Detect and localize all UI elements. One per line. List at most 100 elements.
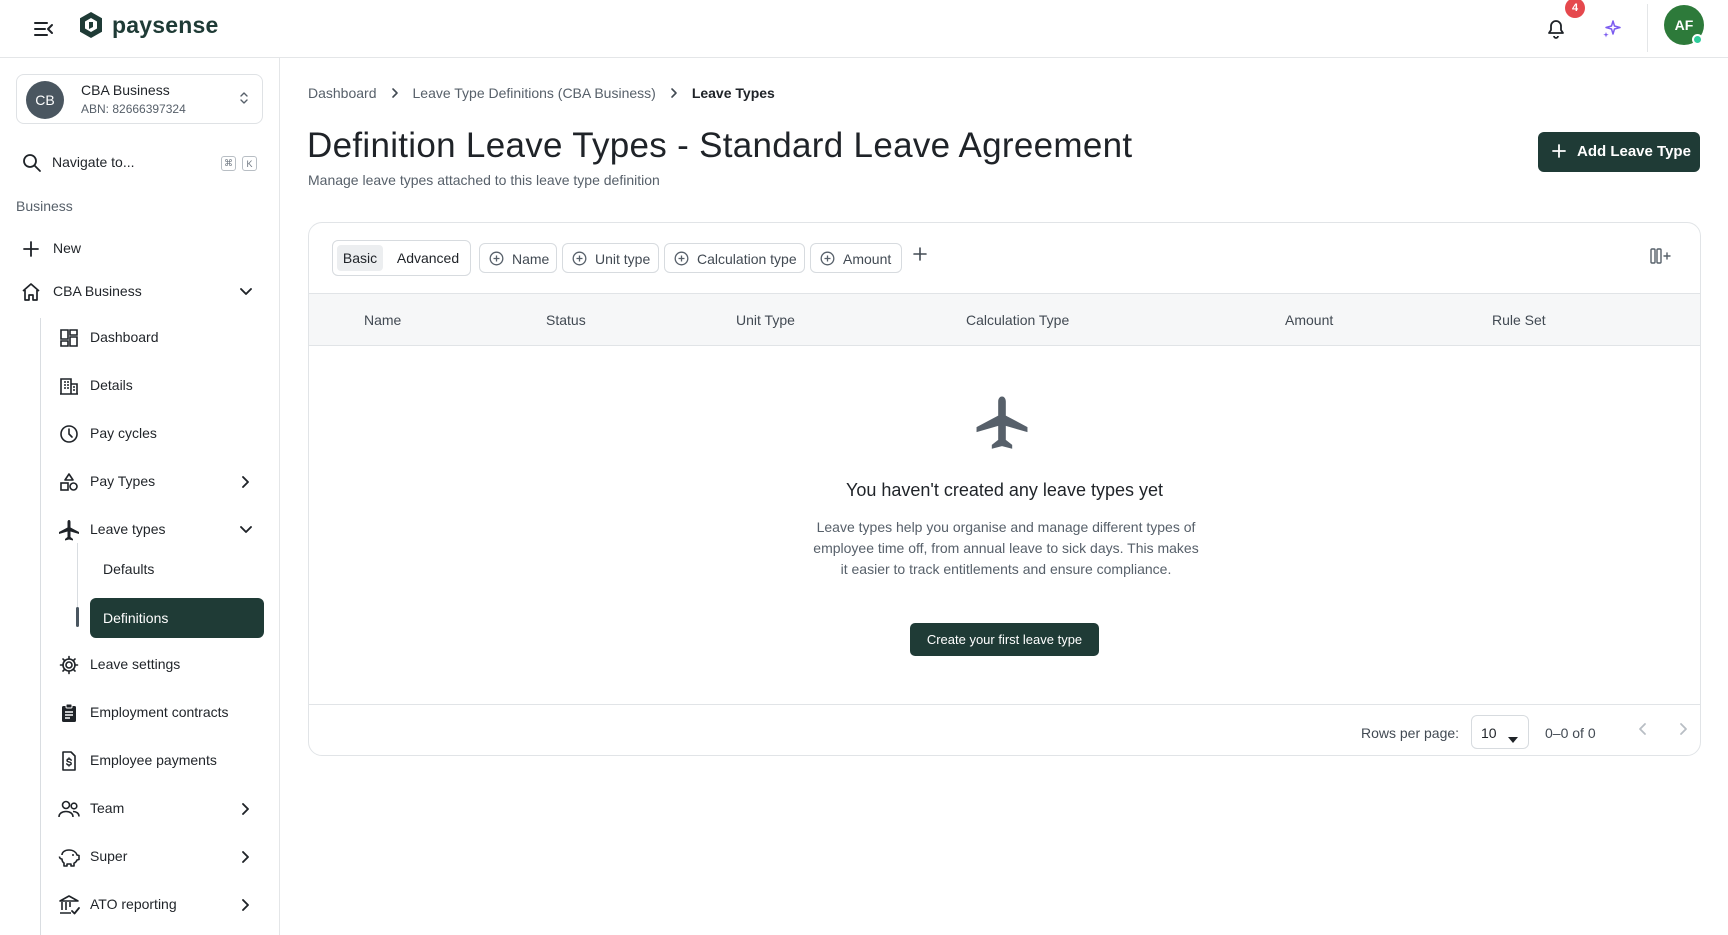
filter-mode-toggle: Basic Advanced [332, 240, 471, 276]
sidebar-item-pay-types[interactable]: Pay Types [58, 462, 258, 502]
sidebar-item-employment-contracts[interactable]: Employment contracts [58, 693, 258, 733]
column-header-amount[interactable]: Amount [1285, 312, 1333, 328]
mode-basic-tab[interactable]: Basic [337, 245, 383, 271]
filter-chip-label: Calculation type [697, 251, 797, 267]
sidebar-item-label: Leave settings [90, 656, 181, 672]
sidebar-item-dashboard[interactable]: Dashboard [58, 318, 258, 358]
sidebar-item-label: Employment contracts [90, 704, 229, 720]
sidebar-item-label: New [53, 240, 82, 256]
chevron-right-icon [237, 473, 255, 491]
building-icon [58, 375, 80, 397]
add-circle-icon [674, 251, 689, 269]
plus-icon [20, 238, 42, 260]
menu-collapse-icon[interactable] [30, 15, 58, 43]
create-first-leave-type-button[interactable]: Create your first leave type [910, 623, 1099, 656]
online-status-dot [1692, 34, 1703, 45]
sidebar-item-employee-payments[interactable]: Employee payments [58, 741, 258, 781]
chevron-down-icon [237, 283, 255, 301]
notification-count-badge: 4 [1565, 0, 1585, 18]
nav-tree-line [40, 318, 41, 935]
sidebar-item-team[interactable]: Team [58, 789, 258, 829]
sidebar: CB CBA Business ABN: 82666397324 Navigat… [0, 58, 280, 935]
add-circle-icon [489, 251, 504, 269]
column-header-unit-type[interactable]: Unit Type [736, 312, 795, 328]
add-leave-type-button[interactable]: Add Leave Type [1538, 132, 1700, 172]
sidebar-item-super[interactable]: Super [58, 837, 258, 877]
dollar-doc-icon [58, 750, 80, 772]
breadcrumb-dashboard[interactable]: Dashboard [308, 85, 377, 101]
sidebar-item-label: Details [90, 377, 133, 393]
filter-chip-amount[interactable]: Amount [810, 243, 902, 273]
business-switcher[interactable]: CB CBA Business ABN: 82666397324 [16, 74, 263, 124]
sidebar-item-new[interactable]: New [20, 229, 260, 269]
rows-per-page-select[interactable]: 10 [1471, 715, 1529, 749]
notifications-bell-icon[interactable] [1540, 13, 1572, 45]
mode-advanced-tab[interactable]: Advanced [391, 245, 465, 271]
business-name: CBA Business [81, 82, 170, 98]
sidebar-item-label: ATO reporting [90, 896, 177, 912]
sidebar-item-label: Leave types [90, 521, 166, 537]
sidebar-item-label: CBA Business [53, 283, 142, 299]
column-header-name[interactable]: Name [364, 312, 401, 328]
sidebar-item-definitions[interactable]: Definitions [90, 598, 264, 638]
page-title: Definition Leave Types - Standard Leave … [307, 126, 1133, 165]
sidebar-item-label: Employee payments [90, 752, 217, 768]
filter-chip-unit-type[interactable]: Unit type [562, 243, 659, 273]
page-subtitle: Manage leave types attached to this leav… [308, 172, 660, 188]
home-icon [20, 281, 42, 303]
breadcrumb-current: Leave Types [691, 85, 775, 101]
clock-icon [58, 423, 80, 445]
add-filter-plus-icon[interactable] [913, 247, 927, 266]
shapes-icon [58, 471, 80, 493]
rows-per-page-label: Rows per page: [1361, 725, 1460, 741]
paysense-hex-logo [80, 12, 102, 38]
plus-icon [1552, 144, 1566, 162]
breadcrumb-leave-type-definitions[interactable]: Leave Type Definitions (CBA Business) [413, 85, 656, 101]
sidebar-item-label: Pay Types [90, 473, 156, 489]
dashboard-icon [58, 327, 80, 349]
sidebar-item-leave-types[interactable]: Leave types [58, 510, 258, 550]
breadcrumb: Dashboard Leave Type Definitions (CBA Bu… [308, 84, 775, 102]
previous-page-icon[interactable] [1635, 721, 1651, 742]
sidebar-item-details[interactable]: Details [58, 366, 258, 406]
chevron-right-icon [237, 848, 255, 866]
sidebar-item-label: Pay cycles [90, 425, 157, 441]
chevron-right-icon [237, 896, 255, 914]
sidebar-item-label: Defaults [103, 561, 155, 577]
ai-sparkle-icon[interactable] [1596, 13, 1628, 45]
filter-chip-name[interactable]: Name [479, 243, 557, 273]
chevron-right-icon [237, 800, 255, 818]
business-abn: ABN: 82666397324 [81, 102, 186, 116]
column-header-status[interactable]: Status [546, 312, 586, 328]
filter-chip-calculation-type[interactable]: Calculation type [664, 243, 805, 273]
top-divider [1647, 4, 1648, 52]
add-circle-icon [572, 251, 587, 269]
add-leave-type-label: Add Leave Type [1577, 143, 1691, 160]
sidebar-item-label: Team [90, 800, 125, 816]
empty-state-title: You haven't created any leave types yet [846, 480, 1163, 500]
nav-active-marker [76, 607, 79, 627]
sidebar-item-pay-cycles[interactable]: Pay cycles [58, 414, 258, 454]
sidebar-item-defaults[interactable]: Defaults [90, 550, 260, 590]
sidebar-item-ato-reporting[interactable]: ATO reporting [58, 885, 258, 925]
next-page-icon[interactable] [1675, 721, 1691, 742]
business-avatar: CB [26, 81, 64, 119]
top-bar: paysense 4 AF [0, 0, 1728, 58]
column-header-rule-set[interactable]: Rule Set [1492, 312, 1546, 328]
column-settings-icon[interactable] [1650, 247, 1672, 270]
navigate-search-label: Navigate to... [52, 154, 135, 170]
sidebar-item-label: Super [90, 848, 128, 864]
navigate-search[interactable]: Navigate to... ⌘ K [20, 148, 260, 178]
rows-per-page-value: 10 [1481, 725, 1497, 741]
brand-logo[interactable]: paysense [78, 11, 218, 39]
filter-chip-label: Unit type [595, 251, 651, 267]
caret-down-icon [1508, 730, 1518, 746]
filter-chip-label: Amount [843, 251, 892, 267]
sidebar-group-cba-business[interactable]: CBA Business [20, 272, 260, 312]
table-pagination: Rows per page: 10 0–0 of 0 [309, 704, 1700, 755]
clipboard-icon [58, 702, 80, 724]
table-header: Name Status Unit Type Calculation Type A… [309, 294, 1700, 346]
sidebar-item-leave-settings[interactable]: Leave settings [58, 645, 258, 685]
airplane-icon [973, 394, 1031, 455]
column-header-calculation-type[interactable]: Calculation Type [966, 312, 1069, 328]
